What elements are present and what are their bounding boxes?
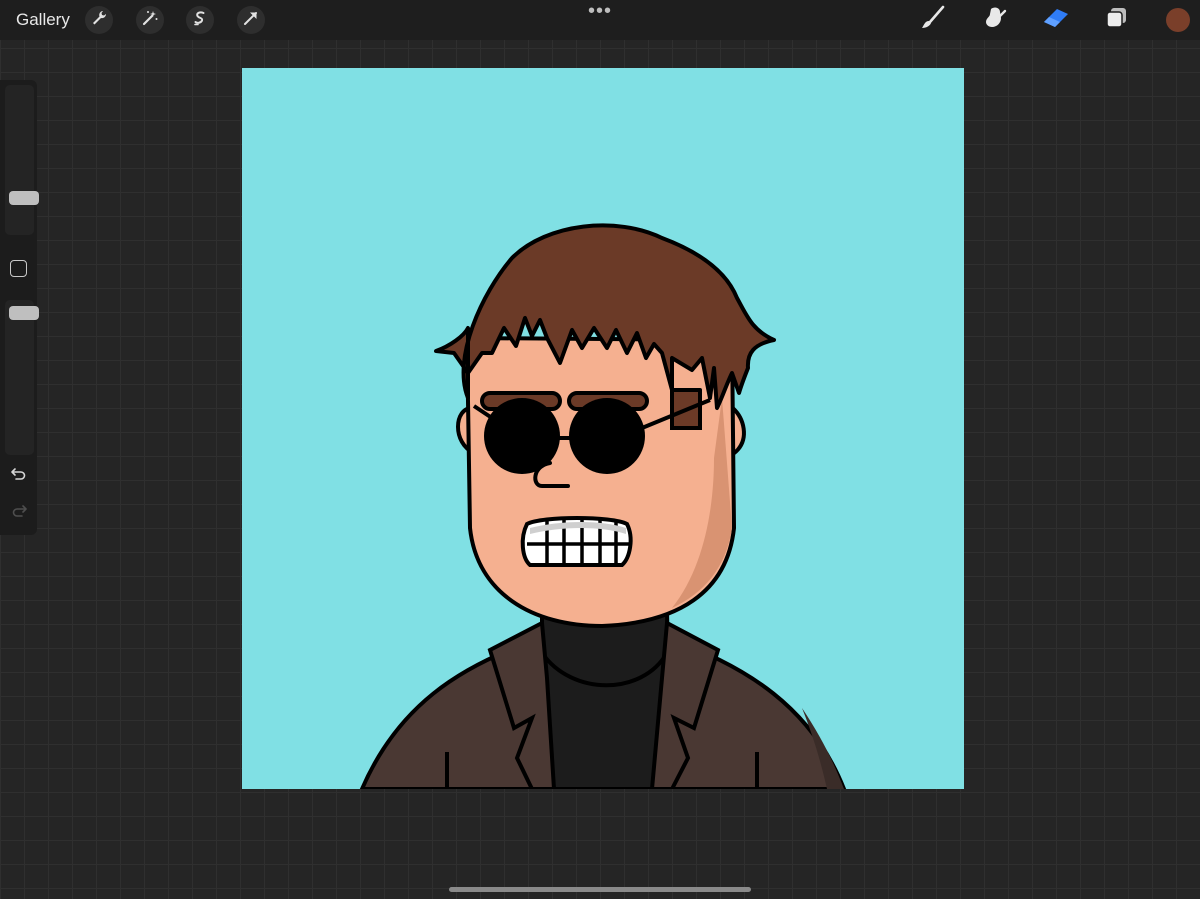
- brush-icon: [919, 5, 947, 36]
- left-sidebar: [0, 80, 39, 535]
- color-swatch-button[interactable]: [1166, 8, 1190, 32]
- transform-button[interactable]: [237, 6, 265, 34]
- actions-button[interactable]: [85, 6, 113, 34]
- selection-icon: [191, 9, 209, 32]
- redo-icon: [10, 504, 28, 523]
- undo-icon: [10, 467, 28, 486]
- drawing-canvas[interactable]: [242, 68, 964, 789]
- modify-button[interactable]: [10, 260, 27, 277]
- ellipsis-icon[interactable]: •••: [588, 0, 612, 23]
- character-illustration: [242, 68, 964, 789]
- eraser-tool-button[interactable]: [1041, 6, 1071, 34]
- brush-size-slider[interactable]: [5, 85, 39, 235]
- selection-button[interactable]: [186, 6, 214, 34]
- opacity-thumb[interactable]: [9, 306, 39, 320]
- redo-button[interactable]: [9, 504, 29, 523]
- smudge-tool-button[interactable]: [980, 6, 1010, 34]
- top-toolbar: Gallery •••: [0, 0, 1200, 40]
- transform-icon: [242, 9, 260, 32]
- eraser-icon: [1041, 5, 1071, 36]
- wrench-icon: [90, 9, 108, 32]
- adjustments-button[interactable]: [136, 6, 164, 34]
- undo-button[interactable]: [9, 467, 29, 486]
- smudge-icon: [981, 5, 1009, 36]
- opacity-slider[interactable]: [5, 300, 39, 455]
- gallery-button[interactable]: Gallery: [16, 10, 70, 30]
- layers-icon: [1104, 5, 1130, 36]
- home-indicator[interactable]: [449, 887, 751, 892]
- brush-tool-button[interactable]: [918, 5, 948, 36]
- layers-button[interactable]: [1102, 6, 1132, 34]
- brush-size-thumb[interactable]: [9, 191, 39, 205]
- magic-wand-icon: [141, 9, 159, 32]
